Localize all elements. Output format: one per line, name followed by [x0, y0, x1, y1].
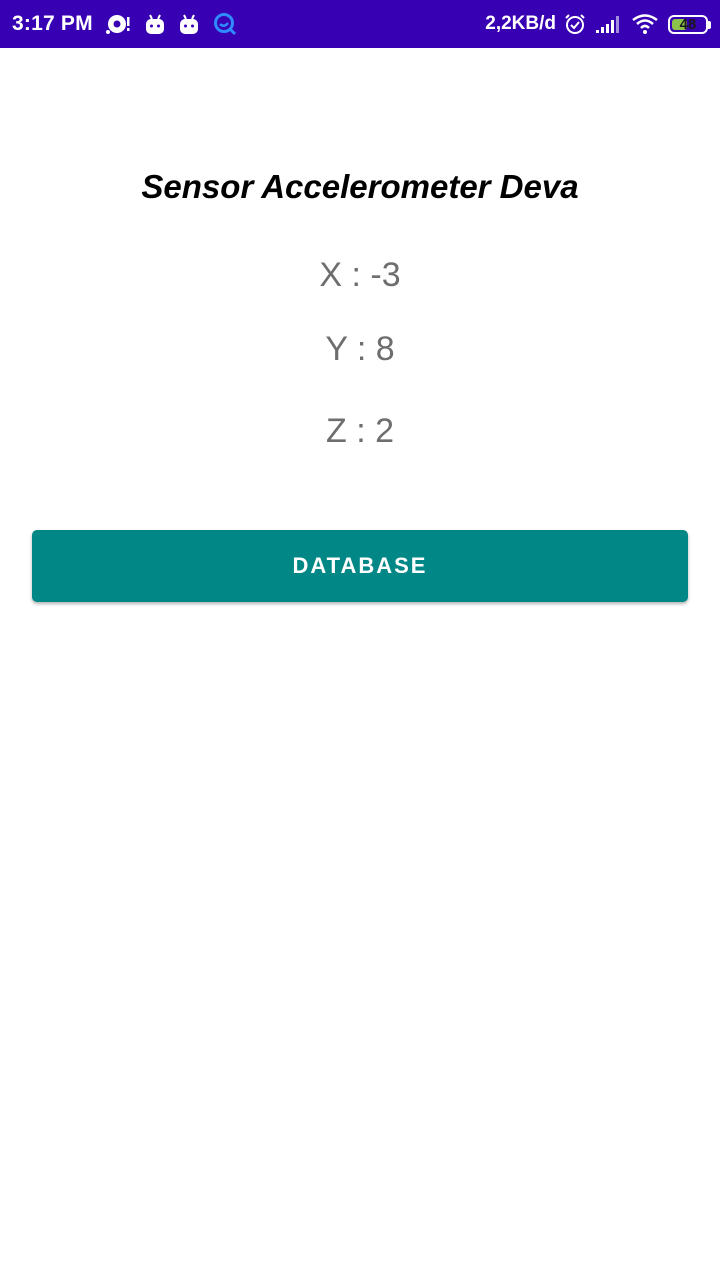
x-reading: X : -3	[319, 256, 401, 294]
android-icon	[145, 13, 165, 35]
sync-icon	[105, 13, 131, 35]
database-button[interactable]: DATABASE	[32, 530, 688, 602]
main-content: Sensor Accelerometer Deva X : -3 Y : 8 Z…	[0, 48, 720, 1280]
battery-icon: 48	[668, 14, 711, 34]
status-time: 3:17 PM	[12, 12, 93, 35]
page-title: Sensor Accelerometer Deva	[141, 168, 579, 205]
y-reading: Y : 8	[325, 330, 395, 368]
network-speed: 2,2KB/d	[485, 13, 556, 34]
q-app-icon	[213, 12, 237, 36]
status-bar-right: 2,2KB/d 48	[485, 13, 711, 35]
signal-icon	[596, 15, 622, 33]
z-reading: Z : 2	[325, 412, 395, 450]
status-bar-left: 3:17 PM	[12, 12, 251, 36]
alarm-icon	[564, 13, 586, 35]
android-icon	[179, 13, 199, 35]
battery-level: 48	[679, 15, 697, 33]
wifi-icon	[632, 14, 658, 34]
status-bar: 3:17 PM 2,2KB/d 48	[0, 0, 720, 48]
